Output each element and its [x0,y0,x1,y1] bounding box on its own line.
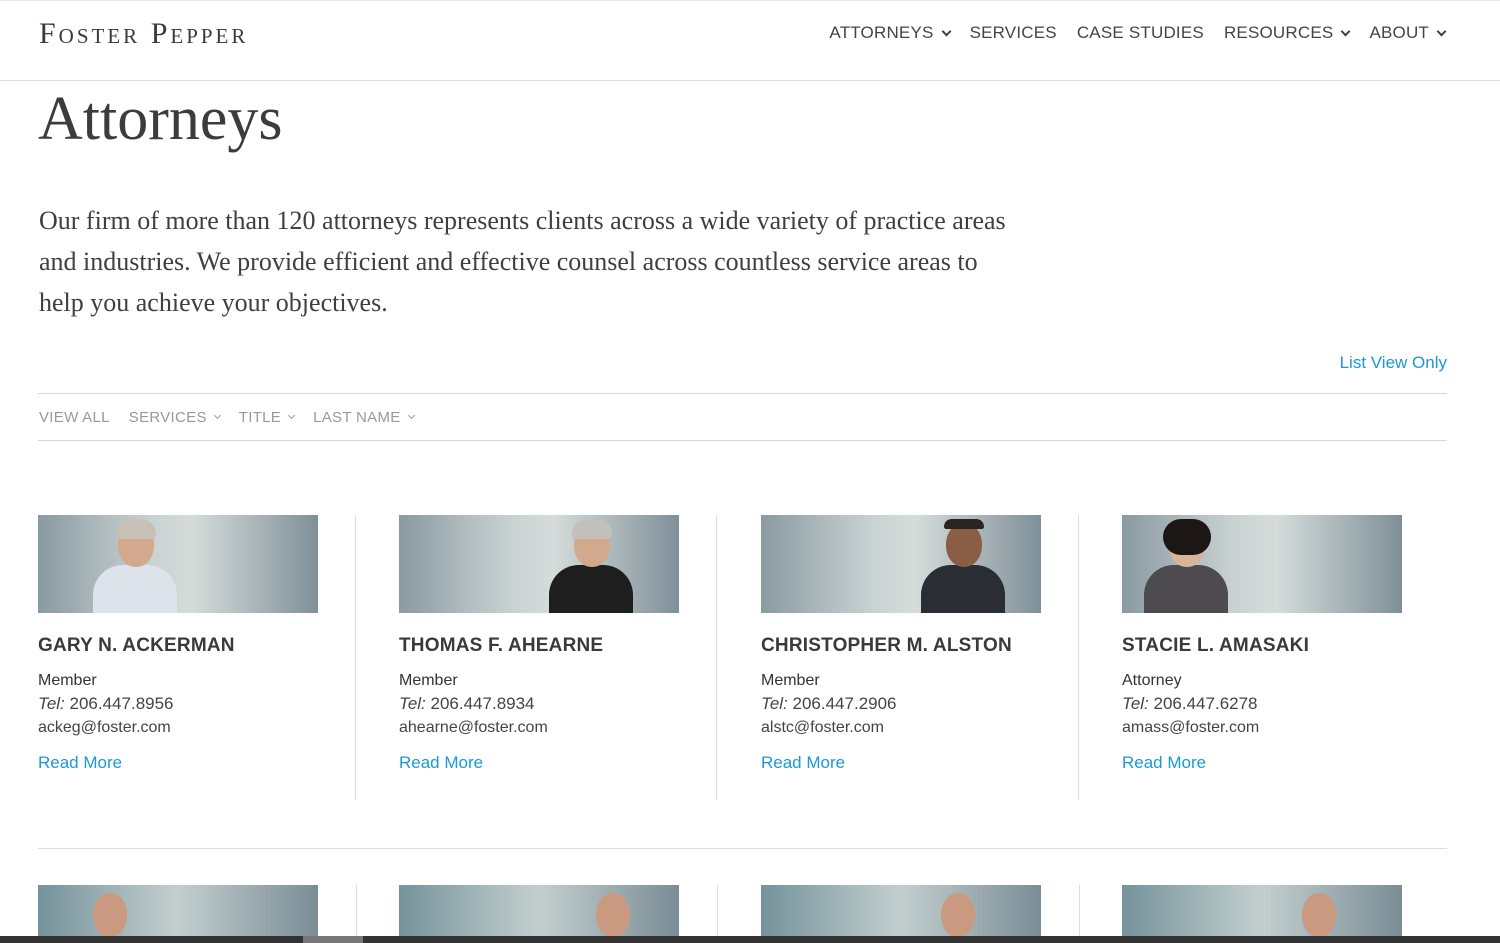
filter-title[interactable]: TITLE [238,408,296,426]
attorney-email[interactable]: alstc@foster.com [761,719,1079,737]
attorney-photo[interactable] [38,515,318,613]
nav-attorneys[interactable]: ATTORNEYS [829,23,952,43]
attorney-grid-row-2 [38,885,1447,943]
portrait [1144,517,1228,613]
attorney-name[interactable]: STACIE L. AMASAKI [1122,635,1440,657]
row-divider [38,848,1447,849]
page-title: Attorneys [38,85,283,153]
intro-text: Our firm of more than 120 attorneys repr… [39,206,1006,317]
read-more-link[interactable]: Read More [38,753,356,773]
portrait [549,517,633,613]
chevron-down-icon [1340,26,1351,36]
attorney-photo[interactable] [761,885,1041,943]
tel-label: Tel: [761,694,788,713]
nav-about-label: ABOUT [1369,23,1429,42]
attorney-phone: Tel: 206.447.2906 [761,694,1079,714]
attorney-role: Attorney [1122,672,1182,689]
filter-services-label: SERVICES [128,408,207,426]
filter-view-all-label: VIEW ALL [39,408,110,426]
attorney-email[interactable]: ahearne@foster.com [399,719,717,737]
attorney-phone: Tel: 206.447.8956 [38,694,356,714]
nav-resources-label: RESOURCES [1223,23,1334,42]
chevron-down-icon [941,26,952,36]
filter-title-label: TITLE [238,408,282,426]
attorney-role: Member [761,672,820,689]
attorney-grid: GARY N. ACKERMAN Member Tel: 206.447.895… [38,515,1447,800]
tel-label: Tel: [399,694,426,713]
chevron-down-icon [213,411,221,419]
horizontal-scrollbar[interactable] [0,936,1500,943]
filter-view-all[interactable]: VIEW ALL [39,409,110,426]
attorney-photo[interactable] [761,515,1041,613]
attorney-card: THOMAS F. AHEARNE Member Tel: 206.447.89… [399,515,717,800]
attorney-phone: Tel: 206.447.6278 [1122,694,1440,714]
phone-number[interactable]: 206.447.2906 [793,694,897,713]
read-more-link[interactable]: Read More [1122,753,1440,773]
main-nav: ATTORNEYS SERVICES CASE STUDIES RESOURCE… [809,23,1447,43]
filter-bar: VIEW ALL SERVICES TITLE LAST NAME [38,393,1447,441]
tel-label: Tel: [38,694,65,713]
attorney-name[interactable]: THOMAS F. AHEARNE [399,635,717,657]
scrollbar-thumb[interactable] [303,936,363,943]
attorney-role: Member [38,672,97,689]
attorney-email[interactable]: amass@foster.com [1122,719,1440,737]
chevron-down-icon [288,411,296,419]
phone-number[interactable]: 206.447.8956 [70,694,174,713]
attorney-photo[interactable] [1122,885,1402,943]
chevron-down-icon [407,411,415,419]
attorney-card: CHRISTOPHER M. ALSTON Member Tel: 206.44… [761,515,1079,800]
attorney-photo[interactable] [399,515,679,613]
phone-number[interactable]: 206.447.6278 [1154,694,1258,713]
nav-about[interactable]: ABOUT [1369,23,1447,43]
attorney-email[interactable]: ackeg@foster.com [38,719,356,737]
attorney-phone: Tel: 206.447.8934 [399,694,717,714]
tel-label: Tel: [1122,694,1149,713]
attorney-photo[interactable] [38,885,318,943]
site-logo[interactable]: Foster Pepper [39,17,248,51]
nav-resources[interactable]: RESOURCES [1223,23,1351,43]
read-more-link[interactable]: Read More [761,753,1079,773]
attorney-photo[interactable] [1122,515,1402,613]
chevron-down-icon [1436,26,1447,36]
attorney-name[interactable]: CHRISTOPHER M. ALSTON [761,635,1079,657]
nav-attorneys-label: ATTORNEYS [829,23,934,42]
attorney-card: STACIE L. AMASAKI Attorney Tel: 206.447.… [1122,515,1440,800]
nav-services[interactable]: SERVICES [970,23,1057,43]
portrait [93,517,177,613]
phone-number[interactable]: 206.447.8934 [431,694,535,713]
attorney-role: Member [399,672,458,689]
filter-last-name[interactable]: LAST NAME [313,408,415,426]
nav-services-label: SERVICES [969,23,1057,42]
site-header: Foster Pepper ATTORNEYS SERVICES CASE ST… [0,0,1500,81]
read-more-link[interactable]: Read More [399,753,717,773]
attorney-photo[interactable] [399,885,679,943]
nav-case-studies[interactable]: CASE STUDIES [1077,23,1204,43]
attorney-name[interactable]: GARY N. ACKERMAN [38,635,356,657]
filter-services[interactable]: SERVICES [128,408,221,426]
attorney-card: GARY N. ACKERMAN Member Tel: 206.447.895… [38,515,356,800]
nav-case-studies-label: CASE STUDIES [1076,23,1204,42]
portrait [921,517,1005,613]
list-view-only-link[interactable]: List View Only [1340,353,1447,373]
filter-last-name-label: LAST NAME [313,408,401,426]
